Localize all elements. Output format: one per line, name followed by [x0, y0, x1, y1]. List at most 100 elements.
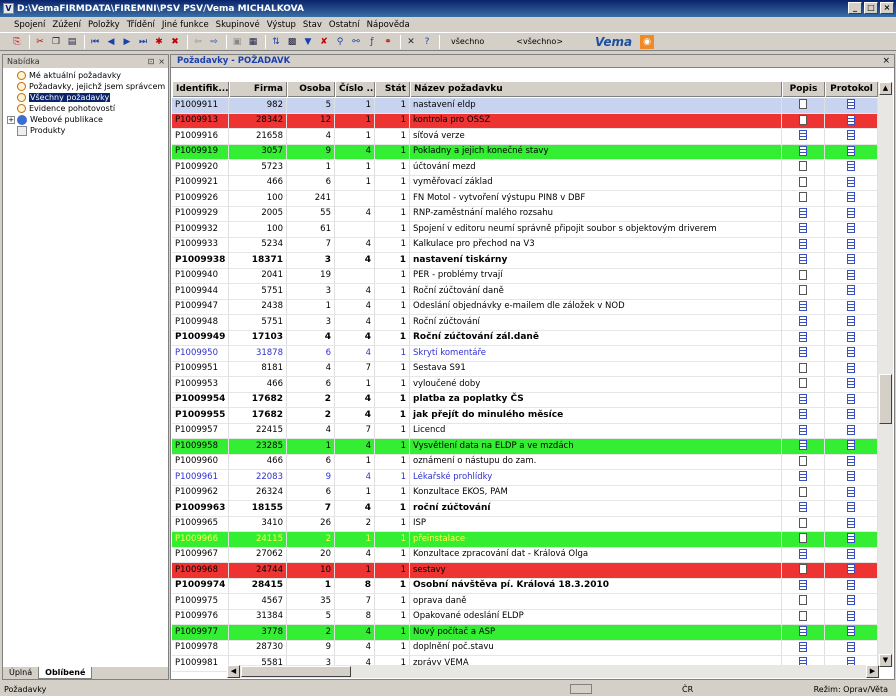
document-blank-icon[interactable] — [799, 517, 807, 528]
cell-popis[interactable] — [782, 268, 825, 284]
protocol-document-icon[interactable] — [847, 347, 855, 358]
table-row[interactable]: P1009954 17682 2 4 1 platba za poplatky ČS — [172, 392, 878, 408]
prev-record-icon[interactable]: ◀ — [104, 35, 118, 49]
cell-protokol[interactable] — [825, 252, 878, 268]
hscroll-thumb[interactable] — [241, 666, 351, 677]
cell-popis[interactable] — [782, 593, 825, 609]
document-blank-icon[interactable] — [799, 114, 807, 125]
table-row[interactable]: P1009963 18155 7 4 1 roční zúčtování — [172, 500, 878, 517]
undo-icon[interactable]: ⇦ — [191, 35, 205, 49]
cell-protokol[interactable] — [825, 345, 878, 361]
table-row[interactable]: P1009961 22083 9 4 1 Lékařské prohlídky — [172, 469, 878, 486]
table-row[interactable]: P1009926 100 241 1 FN Motol - vytvoření výst… — [172, 190, 878, 207]
table-row[interactable]: P1009962 26324 6 1 1 Konzultace EKOS, PAM — [172, 485, 878, 501]
table-row[interactable]: P1009953 466 6 1 1 vyloučené doby — [172, 376, 878, 393]
protocol-document-icon[interactable] — [847, 316, 855, 327]
cell-popis[interactable] — [782, 531, 825, 547]
cell-popis[interactable] — [782, 640, 825, 656]
cell-popis[interactable] — [782, 376, 825, 392]
menu-jine-funkce[interactable]: Jiné funkce — [162, 20, 209, 30]
cell-popis[interactable] — [782, 175, 825, 191]
cell-protokol[interactable] — [825, 159, 878, 175]
document-text-icon[interactable] — [799, 223, 807, 234]
cell-protokol[interactable] — [825, 547, 878, 563]
table-row[interactable]: P1009975 4567 35 7 1 oprava daně — [172, 593, 878, 610]
cell-protokol[interactable] — [825, 237, 878, 253]
scroll-thumb[interactable] — [879, 374, 892, 424]
cell-popis[interactable] — [782, 345, 825, 361]
table-row[interactable]: P1009974 28415 1 8 1 Osobní návštěva pí. Král… — [172, 578, 878, 594]
table-row[interactable]: P1009951 8181 4 7 1 Sestava S91 — [172, 361, 878, 377]
table-row[interactable]: P1009916 21658 4 1 1 síťová verze — [172, 128, 878, 145]
next-record-icon[interactable]: ▶ — [120, 35, 134, 49]
cell-protokol[interactable] — [825, 221, 878, 237]
last-record-icon[interactable]: ⏭ — [136, 35, 150, 49]
document-blank-icon[interactable] — [799, 610, 807, 621]
grid-icon[interactable]: ▩ — [285, 35, 299, 49]
cell-popis[interactable] — [782, 190, 825, 206]
document-text-icon[interactable] — [799, 331, 807, 342]
cell-popis[interactable] — [782, 578, 825, 594]
cell-popis[interactable] — [782, 237, 825, 253]
cell-protokol[interactable] — [825, 438, 878, 454]
table-row[interactable]: P1009977 3778 2 4 1 Nový počítač a ASP — [172, 624, 878, 641]
document-text-icon[interactable] — [799, 409, 807, 420]
tree-item-web-publications[interactable]: + Webové publikace — [3, 114, 168, 125]
protocol-document-icon[interactable] — [847, 223, 855, 234]
protocol-document-icon[interactable] — [847, 145, 855, 156]
tree-item-all-requests[interactable]: Všechny požadavky — [3, 92, 168, 103]
protocol-document-icon[interactable] — [847, 641, 855, 652]
table-row[interactable]: P1009976 31384 5 8 1 Opakované odeslání ELDP — [172, 609, 878, 625]
cell-protokol[interactable] — [825, 640, 878, 656]
tree-item-managed-requests[interactable]: Požadavky, jejichž jsem správcem — [3, 81, 168, 92]
link-icon[interactable]: ⚭ — [381, 35, 395, 49]
document-text-icon[interactable] — [799, 130, 807, 141]
filter-icon[interactable]: ▼ — [301, 35, 315, 49]
paste-icon[interactable]: ▤ — [65, 35, 79, 49]
table-row[interactable]: P1009919 3057 9 4 1 Pokladny a jejich konečné… — [172, 144, 878, 160]
cell-popis[interactable] — [782, 128, 825, 144]
protocol-document-icon[interactable] — [847, 579, 855, 590]
panel-close-icon[interactable]: × — [158, 57, 165, 66]
cell-protokol[interactable] — [825, 175, 878, 191]
scroll-right-icon[interactable]: ▶ — [866, 665, 879, 678]
cell-protokol[interactable] — [825, 97, 878, 113]
table-row[interactable]: P1009955 17682 2 4 1 jak přejít do minulého m… — [172, 407, 878, 424]
table-row[interactable]: P1009966 24115 2 1 1 přeinstalace — [172, 531, 878, 548]
protocol-document-icon[interactable] — [847, 471, 855, 482]
form-icon[interactable]: ▦ — [246, 35, 260, 49]
document-text-icon[interactable] — [799, 393, 807, 404]
document-text-icon[interactable] — [799, 626, 807, 637]
cell-popis[interactable] — [782, 97, 825, 113]
protocol-document-icon[interactable] — [847, 269, 855, 280]
menu-ostatni[interactable]: Ostatní — [329, 20, 360, 30]
tree-item-products[interactable]: Produkty — [3, 125, 168, 136]
table-row[interactable]: P1009949 17103 4 4 1 Roční zúčtování zál.daně — [172, 330, 878, 346]
cut-icon[interactable]: ✂ — [33, 35, 47, 49]
cell-protokol[interactable] — [825, 268, 878, 284]
cell-popis[interactable] — [782, 206, 825, 222]
tab-favorites[interactable]: Oblíbené — [38, 667, 93, 679]
document-blank-icon[interactable] — [799, 99, 807, 110]
col-header-cislo[interactable]: Číslo ... — [335, 82, 375, 97]
window-close-icon[interactable]: × — [882, 56, 894, 66]
table-row[interactable]: P1009940 2041 19 1 PER - problémy trvají — [172, 268, 878, 284]
protocol-document-icon[interactable] — [847, 207, 855, 218]
protocol-document-icon[interactable] — [847, 533, 855, 544]
cell-popis[interactable] — [782, 314, 825, 330]
horizontal-scrollbar[interactable]: ◀ ▶ — [227, 665, 879, 678]
col-header-protokol[interactable]: Protokol — [825, 82, 878, 97]
cell-popis[interactable] — [782, 485, 825, 501]
cell-protokol[interactable] — [825, 206, 878, 222]
document-blank-icon[interactable] — [799, 161, 807, 172]
expand-icon[interactable]: + — [7, 115, 15, 124]
document-blank-icon[interactable] — [799, 362, 807, 373]
cell-popis[interactable] — [782, 624, 825, 640]
cell-popis[interactable] — [782, 392, 825, 408]
menu-skupinove[interactable]: Skupinové — [216, 20, 260, 30]
cell-protokol[interactable] — [825, 144, 878, 160]
exit-icon[interactable]: ⎘ — [10, 35, 24, 49]
protocol-document-icon[interactable] — [847, 114, 855, 125]
cell-protokol[interactable] — [825, 407, 878, 423]
menu-stav[interactable]: Stav — [303, 20, 322, 30]
